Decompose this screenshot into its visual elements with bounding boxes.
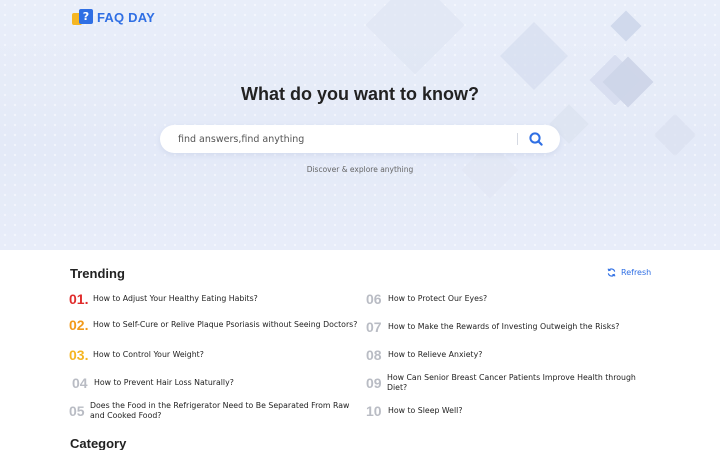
trending-item[interactable]: 02. How to Self-Cure or Relive Plaque Ps… [69, 317, 358, 333]
trending-item[interactable]: 08 How to Relieve Anxiety? [366, 347, 650, 363]
question-link[interactable]: How to Self-Cure or Relive Plaque Psoria… [93, 320, 358, 330]
category-title: Category [70, 436, 127, 450]
hero-title: What do you want to know? [241, 84, 479, 104]
trending-item[interactable]: 10 How to Sleep Well? [366, 403, 650, 419]
rank-number: 06 [366, 291, 382, 307]
trending-item[interactable]: 07 How to Make the Rewards of Investing … [366, 319, 650, 335]
question-link[interactable]: How to Adjust Your Healthy Eating Habits… [93, 294, 358, 304]
rank-number: 05 [69, 402, 85, 419]
search-input[interactable] [178, 125, 508, 153]
rank-number: 08 [366, 347, 382, 363]
rank-number: 10 [366, 403, 382, 419]
rank-number: 09 [366, 374, 382, 391]
trending-item[interactable]: 04 How to Prevent Hair Loss Naturally? [72, 375, 359, 391]
refresh-label: Refresh [621, 268, 652, 277]
question-link[interactable]: How Can Senior Breast Cancer Patients Im… [387, 373, 649, 392]
trending-item[interactable]: 01. How to Adjust Your Healthy Eating Ha… [69, 291, 358, 307]
rank-number: 03. [69, 347, 89, 363]
trending-item[interactable]: 05 Does the Food in the Refrigerator Nee… [69, 401, 355, 420]
refresh-button[interactable]: Refresh [607, 268, 651, 277]
rank-number: 07 [366, 319, 382, 335]
search-icon[interactable] [528, 131, 544, 147]
rank-number: 04 [72, 375, 88, 391]
question-link[interactable]: How to Relieve Anxiety? [388, 350, 650, 360]
trending-item[interactable]: 06 How to Protect Our Eyes? [366, 291, 650, 307]
trending-item[interactable]: 03. How to Control Your Weight? [69, 347, 358, 363]
hero-subtitle: Discover & explore anything [306, 165, 414, 174]
site-logo[interactable]: ? FAQ DAY [72, 9, 155, 26]
question-link[interactable]: How to Prevent Hair Loss Naturally? [94, 378, 359, 388]
search-bar [160, 125, 560, 153]
refresh-icon [607, 268, 616, 277]
rank-number: 02. [69, 317, 89, 333]
brand-name: FAQ DAY [97, 10, 155, 25]
trending-title: Trending [70, 266, 125, 281]
question-link[interactable]: How to Control Your Weight? [93, 350, 358, 360]
question-link[interactable]: Does the Food in the Refrigerator Need t… [90, 401, 355, 420]
logo-icon: ? [72, 9, 93, 26]
question-link[interactable]: How to Make the Rewards of Investing Out… [388, 322, 650, 332]
question-link[interactable]: How to Sleep Well? [388, 406, 650, 416]
search-divider [517, 133, 518, 145]
rank-number: 01. [69, 291, 89, 307]
question-link[interactable]: How to Protect Our Eyes? [388, 294, 650, 304]
trending-item[interactable]: 09 How Can Senior Breast Cancer Patients… [366, 373, 649, 392]
